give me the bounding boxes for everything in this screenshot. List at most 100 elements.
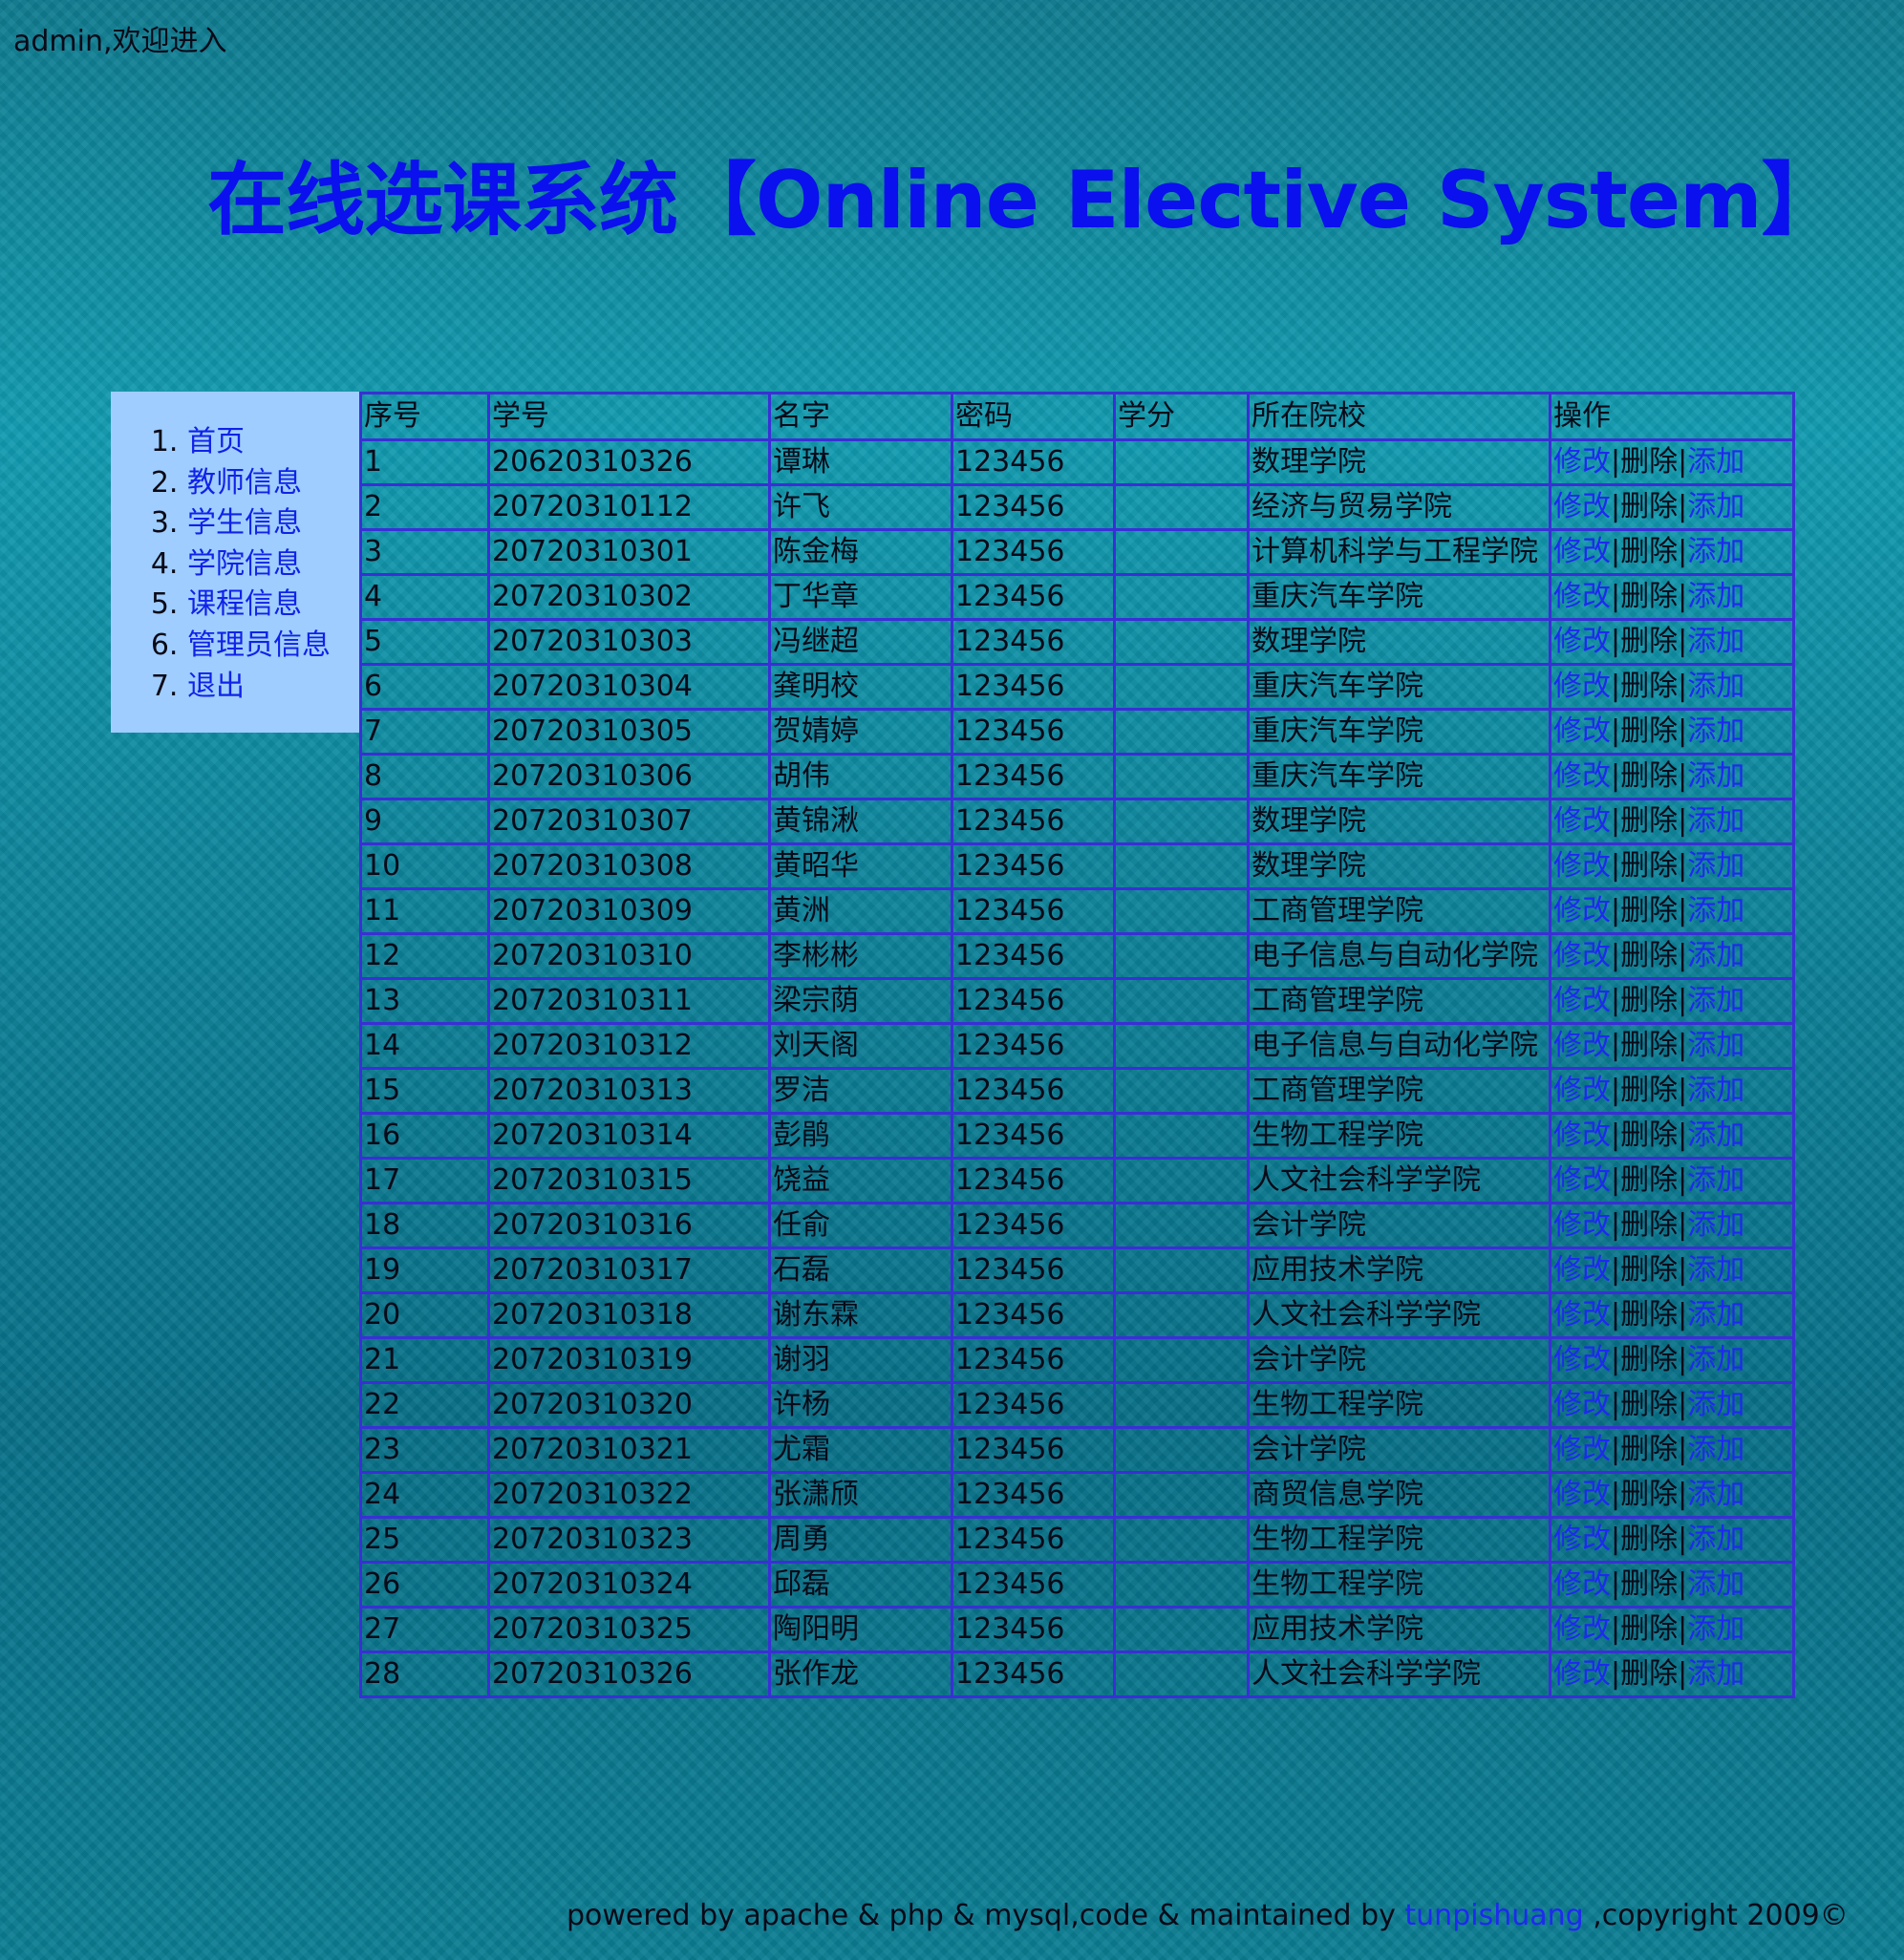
edit-link[interactable]: 修改 bbox=[1553, 1523, 1611, 1556]
action-separator: | bbox=[1611, 804, 1621, 838]
delete-link[interactable]: 删除 bbox=[1620, 804, 1678, 838]
cell-credit bbox=[1113, 1246, 1250, 1294]
delete-link[interactable]: 删除 bbox=[1620, 1163, 1678, 1197]
add-link[interactable]: 添加 bbox=[1687, 625, 1744, 658]
edit-link[interactable]: 修改 bbox=[1553, 804, 1611, 838]
delete-link[interactable]: 删除 bbox=[1620, 1523, 1678, 1556]
delete-link[interactable]: 删除 bbox=[1620, 984, 1678, 1017]
delete-link[interactable]: 删除 bbox=[1620, 670, 1678, 703]
edit-link[interactable]: 修改 bbox=[1553, 984, 1611, 1017]
sidebar-link-admins[interactable]: 管理员信息 bbox=[187, 628, 331, 662]
add-link[interactable]: 添加 bbox=[1687, 535, 1744, 568]
edit-link[interactable]: 修改 bbox=[1553, 1118, 1611, 1152]
add-link[interactable]: 添加 bbox=[1687, 1163, 1744, 1197]
edit-link[interactable]: 修改 bbox=[1553, 1253, 1611, 1287]
sidebar-link-home[interactable]: 首页 bbox=[187, 425, 245, 458]
footer-suffix: ,copyright 2009© bbox=[1583, 1899, 1849, 1932]
add-link[interactable]: 添加 bbox=[1687, 1118, 1744, 1152]
delete-link[interactable]: 删除 bbox=[1620, 445, 1678, 479]
sidebar-link-students[interactable]: 学生信息 bbox=[187, 506, 302, 540]
delete-link[interactable]: 删除 bbox=[1620, 1657, 1678, 1691]
cell-college: 会计学院 bbox=[1247, 1336, 1551, 1384]
delete-link[interactable]: 删除 bbox=[1620, 490, 1678, 523]
add-link[interactable]: 添加 bbox=[1687, 849, 1744, 883]
add-link[interactable]: 添加 bbox=[1687, 714, 1744, 748]
add-link[interactable]: 添加 bbox=[1687, 1343, 1744, 1376]
edit-link[interactable]: 修改 bbox=[1553, 1343, 1611, 1376]
add-link[interactable]: 添加 bbox=[1687, 759, 1744, 793]
add-link[interactable]: 添加 bbox=[1687, 1657, 1744, 1691]
cell-credit bbox=[1113, 573, 1250, 621]
delete-link[interactable]: 删除 bbox=[1620, 1029, 1678, 1062]
edit-link[interactable]: 修改 bbox=[1553, 894, 1611, 927]
delete-link[interactable]: 删除 bbox=[1620, 894, 1678, 927]
edit-link[interactable]: 修改 bbox=[1553, 1478, 1611, 1511]
sidebar-link-logout[interactable]: 退出 bbox=[187, 670, 245, 703]
delete-link[interactable]: 删除 bbox=[1620, 1253, 1678, 1287]
edit-link[interactable]: 修改 bbox=[1553, 1612, 1611, 1646]
edit-link[interactable]: 修改 bbox=[1553, 490, 1611, 523]
edit-link[interactable]: 修改 bbox=[1553, 1388, 1611, 1421]
edit-link[interactable]: 修改 bbox=[1553, 580, 1611, 613]
edit-link[interactable]: 修改 bbox=[1553, 714, 1611, 748]
add-link[interactable]: 添加 bbox=[1687, 445, 1744, 479]
delete-link[interactable]: 删除 bbox=[1620, 1433, 1678, 1466]
delete-link[interactable]: 删除 bbox=[1620, 1118, 1678, 1152]
delete-link[interactable]: 删除 bbox=[1620, 1612, 1678, 1646]
delete-link[interactable]: 删除 bbox=[1620, 714, 1678, 748]
sidebar-link-courses[interactable]: 课程信息 bbox=[187, 587, 302, 621]
footer-author-link[interactable]: tunpishuang bbox=[1404, 1899, 1583, 1932]
add-link[interactable]: 添加 bbox=[1687, 1478, 1744, 1511]
delete-link[interactable]: 删除 bbox=[1620, 849, 1678, 883]
add-link[interactable]: 添加 bbox=[1687, 1074, 1744, 1107]
edit-link[interactable]: 修改 bbox=[1553, 670, 1611, 703]
sidebar-link-colleges[interactable]: 学院信息 bbox=[187, 547, 302, 581]
sidebar-link-teachers[interactable]: 教师信息 bbox=[187, 466, 302, 500]
add-link[interactable]: 添加 bbox=[1687, 1029, 1744, 1062]
edit-link[interactable]: 修改 bbox=[1553, 1433, 1611, 1466]
add-link[interactable]: 添加 bbox=[1687, 1388, 1744, 1421]
delete-link[interactable]: 删除 bbox=[1620, 1567, 1678, 1601]
delete-link[interactable]: 删除 bbox=[1620, 939, 1678, 972]
edit-link[interactable]: 修改 bbox=[1553, 1567, 1611, 1601]
delete-link[interactable]: 删除 bbox=[1620, 1343, 1678, 1376]
delete-link[interactable]: 删除 bbox=[1620, 1388, 1678, 1421]
add-link[interactable]: 添加 bbox=[1687, 670, 1744, 703]
add-link[interactable]: 添加 bbox=[1687, 984, 1744, 1017]
edit-link[interactable]: 修改 bbox=[1553, 1298, 1611, 1332]
edit-link[interactable]: 修改 bbox=[1553, 1163, 1611, 1197]
add-link[interactable]: 添加 bbox=[1687, 1612, 1744, 1646]
delete-link[interactable]: 删除 bbox=[1620, 1298, 1678, 1332]
edit-link[interactable]: 修改 bbox=[1553, 759, 1611, 793]
edit-link[interactable]: 修改 bbox=[1553, 1074, 1611, 1107]
add-link[interactable]: 添加 bbox=[1687, 1253, 1744, 1287]
cell-college: 会计学院 bbox=[1247, 1426, 1551, 1474]
add-link[interactable]: 添加 bbox=[1687, 804, 1744, 838]
add-link[interactable]: 添加 bbox=[1687, 490, 1744, 523]
delete-link[interactable]: 删除 bbox=[1620, 1478, 1678, 1511]
add-link[interactable]: 添加 bbox=[1687, 580, 1744, 613]
edit-link[interactable]: 修改 bbox=[1553, 1029, 1611, 1062]
add-link[interactable]: 添加 bbox=[1687, 1523, 1744, 1556]
sidebar-item-courses: 课程信息 bbox=[187, 585, 359, 626]
edit-link[interactable]: 修改 bbox=[1553, 1208, 1611, 1242]
delete-link[interactable]: 删除 bbox=[1620, 1074, 1678, 1107]
cell-name: 饶益 bbox=[768, 1157, 953, 1204]
add-link[interactable]: 添加 bbox=[1687, 1433, 1744, 1466]
edit-link[interactable]: 修改 bbox=[1553, 535, 1611, 568]
add-link[interactable]: 添加 bbox=[1687, 1298, 1744, 1332]
add-link[interactable]: 添加 bbox=[1687, 939, 1744, 972]
edit-link[interactable]: 修改 bbox=[1553, 625, 1611, 658]
edit-link[interactable]: 修改 bbox=[1553, 1657, 1611, 1691]
edit-link[interactable]: 修改 bbox=[1553, 939, 1611, 972]
delete-link[interactable]: 删除 bbox=[1620, 535, 1678, 568]
edit-link[interactable]: 修改 bbox=[1553, 445, 1611, 479]
delete-link[interactable]: 删除 bbox=[1620, 1208, 1678, 1242]
edit-link[interactable]: 修改 bbox=[1553, 849, 1611, 883]
delete-link[interactable]: 删除 bbox=[1620, 759, 1678, 793]
add-link[interactable]: 添加 bbox=[1687, 1208, 1744, 1242]
delete-link[interactable]: 删除 bbox=[1620, 580, 1678, 613]
delete-link[interactable]: 删除 bbox=[1620, 625, 1678, 658]
add-link[interactable]: 添加 bbox=[1687, 894, 1744, 927]
add-link[interactable]: 添加 bbox=[1687, 1567, 1744, 1601]
